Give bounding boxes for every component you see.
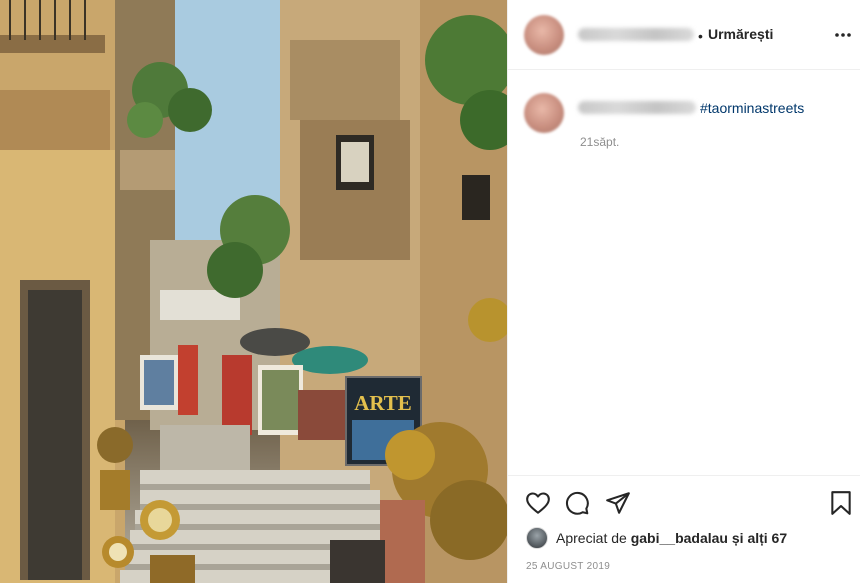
likes-text: Apreciat de gabi__badalau și alți 67 bbox=[556, 530, 787, 546]
post-photo[interactable]: ARTE bbox=[0, 0, 507, 583]
arte-sign-text: ARTE bbox=[354, 391, 412, 415]
street-scene-image: ARTE bbox=[0, 0, 507, 583]
comment-icon[interactable] bbox=[564, 490, 590, 516]
caption-username-blurred[interactable] bbox=[578, 101, 696, 114]
likes-prefix: Apreciat de bbox=[556, 530, 627, 546]
liker-avatar[interactable] bbox=[526, 527, 548, 549]
liker-username-link[interactable]: gabi__badalau bbox=[631, 530, 728, 546]
share-icon[interactable] bbox=[605, 490, 631, 516]
bookmark-icon[interactable] bbox=[829, 490, 853, 516]
header-separator: • bbox=[698, 28, 703, 44]
post-side-panel: • Urmărești #taorminastreets 21săpt. Apr… bbox=[507, 0, 860, 583]
post-date: 25 AUGUST 2019 bbox=[526, 561, 611, 572]
post-header: • Urmărești bbox=[508, 0, 860, 70]
post-actions: Apreciat de gabi__badalau și alți 67 25 … bbox=[508, 475, 860, 583]
author-avatar[interactable] bbox=[524, 15, 564, 55]
following-button[interactable]: Urmărești bbox=[708, 26, 773, 42]
heart-icon[interactable] bbox=[525, 490, 551, 516]
author-username-blurred[interactable] bbox=[578, 28, 694, 41]
likes-summary: Apreciat de gabi__badalau și alți 67 bbox=[526, 526, 787, 550]
caption-hashtag-link[interactable]: #taorminastreets bbox=[700, 100, 804, 116]
likes-others-link[interactable]: și alți 67 bbox=[732, 530, 787, 546]
caption-time-ago: 21săpt. bbox=[580, 135, 620, 149]
caption-author-avatar[interactable] bbox=[524, 93, 564, 133]
instagram-post: ARTE • Urmărești #taorminastreets 21săpt… bbox=[0, 0, 860, 583]
more-options-icon[interactable] bbox=[834, 27, 852, 43]
